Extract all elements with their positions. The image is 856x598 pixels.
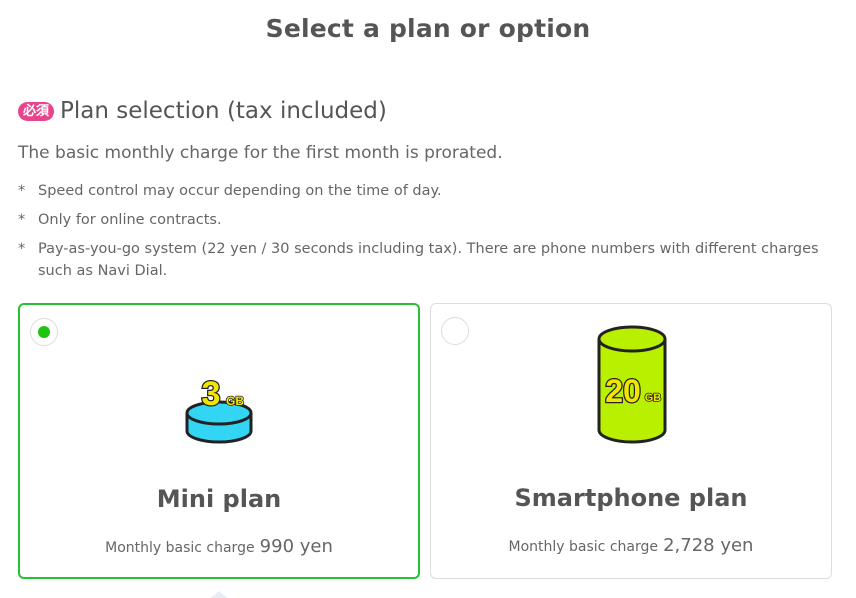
icon-unit: GB	[645, 392, 662, 404]
section-heading: 必須 Plan selection (tax included)	[18, 98, 387, 124]
radio-smartphone-plan[interactable]	[441, 317, 469, 345]
price-label: Monthly basic charge	[105, 540, 255, 556]
icon-number: 3	[202, 375, 221, 413]
data-3gb-icon: 3 GB	[185, 374, 253, 444]
notes-list: * Speed control may occur depending on t…	[18, 180, 838, 289]
note-text: Speed control may occur depending on the…	[38, 183, 442, 199]
intro-text: The basic monthly charge for the first m…	[18, 143, 503, 163]
plan-card-mini[interactable]: 3 GB Mini plan Monthly basic charge 990 …	[18, 303, 420, 579]
price-value: 2,728 yen	[663, 535, 754, 556]
plan-name: Smartphone plan	[514, 484, 748, 512]
price-label: Monthly basic charge	[508, 539, 658, 555]
plan-price: Monthly basic charge 2,728 yen	[431, 535, 831, 556]
note-asterisk: *	[18, 183, 26, 199]
note-item: * Pay-as-you-go system (22 yen / 30 seco…	[18, 238, 838, 282]
note-text: Only for online contracts.	[38, 212, 222, 228]
price-value: 990 yen	[259, 536, 333, 557]
data-20gb-icon: 20 GB	[597, 325, 667, 444]
plan-card-smartphone[interactable]: 20 GB Smartphone plan Monthly basic char…	[430, 303, 832, 579]
note-asterisk: *	[18, 212, 26, 228]
section-heading-text: Plan selection (tax included)	[60, 98, 387, 124]
icon-unit: GB	[226, 394, 244, 408]
page-title: Select a plan or option	[265, 14, 591, 43]
plan-name: Mini plan	[156, 485, 282, 513]
note-asterisk: *	[18, 241, 26, 257]
note-item: * Only for online contracts.	[18, 209, 838, 231]
radio-selected-dot	[38, 326, 50, 338]
radio-mini-plan[interactable]	[30, 318, 58, 346]
selection-pointer-arrow	[211, 591, 227, 598]
note-text: Pay-as-you-go system (22 yen / 30 second…	[38, 241, 819, 279]
plan-price: Monthly basic charge 990 yen	[20, 536, 418, 557]
required-badge: 必須	[18, 101, 55, 121]
note-item: * Speed control may occur depending on t…	[18, 180, 838, 202]
icon-number: 20	[605, 373, 641, 409]
